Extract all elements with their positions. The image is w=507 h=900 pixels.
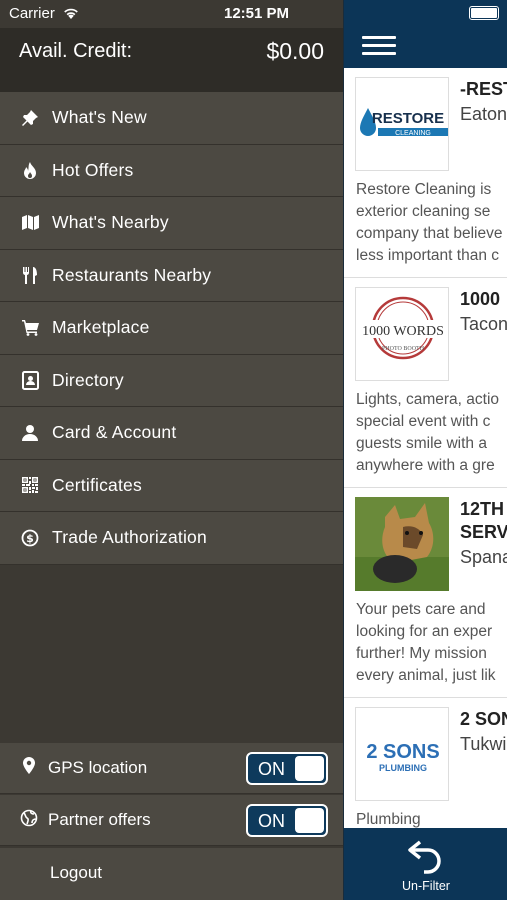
menu-item-label: Marketplace: [52, 317, 150, 338]
listing-city: Eaton: [460, 104, 507, 124]
wifi-icon: [64, 8, 78, 19]
dollar-circle-icon: $: [20, 528, 40, 548]
listing-title: 2 SON: [460, 709, 507, 729]
menu-item-whats-nearby[interactable]: What's Nearby: [0, 197, 343, 250]
gps-location-row: GPS location ON: [0, 743, 343, 794]
cart-icon: [20, 318, 40, 338]
gps-location-toggle[interactable]: ON: [246, 752, 328, 785]
menu-item-card-account[interactable]: Card & Account: [0, 407, 343, 460]
toggle-knob: [295, 808, 324, 833]
credit-header: Avail. Credit: $0.00: [0, 28, 343, 92]
menu-item-hot-offers[interactable]: Hot Offers: [0, 144, 343, 197]
partner-offers-label: Partner offers: [48, 810, 151, 829]
menu-item-directory[interactable]: Directory: [0, 354, 343, 407]
logo-text: 2 SONS: [366, 741, 439, 763]
business-logo: 2 SONS PLUMBING: [355, 707, 449, 801]
carrier-label: Carrier: [9, 5, 55, 22]
logout-label: Logout: [50, 863, 102, 882]
menu-item-label: Hot Offers: [52, 159, 134, 180]
unfilter-label: Un-Filter: [402, 879, 450, 893]
side-drawer: Carrier 12:51 PM Avail. Credit: $0.00 Wh…: [0, 0, 343, 900]
menu-item-marketplace[interactable]: Marketplace: [0, 302, 343, 355]
unfilter-button[interactable]: Un-Filter: [384, 828, 468, 900]
listing-city: Tukwi: [460, 734, 507, 754]
menu-item-certificates[interactable]: Certificates: [0, 459, 343, 512]
contact-card-icon: [20, 370, 40, 390]
listing-title: 12TH SERV: [460, 499, 507, 542]
partner-offers-row: Partner offers ON: [0, 795, 343, 846]
menu-item-label: What's Nearby: [52, 212, 169, 233]
logo-subtext: CLEANING: [395, 130, 431, 137]
cutlery-icon: [20, 265, 40, 285]
qr-code-icon: [20, 475, 40, 495]
logo-subtext: PHOTO BOOTH: [382, 346, 425, 352]
partner-offers-toggle[interactable]: ON: [246, 804, 328, 837]
listing-city: Tacon: [460, 314, 507, 334]
logo-text: 1000 WORDS: [362, 324, 444, 339]
toggle-state-label: ON: [258, 759, 285, 779]
business-logo: RESTORE CLEANING: [355, 77, 449, 171]
listing-city: Spana: [460, 547, 507, 567]
svg-text:$: $: [26, 532, 34, 545]
listing-card[interactable]: 1000 WORDS PHOTO BOOTH 1000 Tacon Lights…: [344, 278, 507, 488]
credit-label: Avail. Credit:: [19, 40, 133, 62]
logo-subtext: PLUMBING: [379, 763, 427, 773]
toggle-knob: [295, 756, 324, 781]
logo-text: RESTORE: [372, 110, 444, 127]
person-icon: [20, 423, 40, 443]
menu-item-label: Directory: [52, 369, 124, 390]
credit-value: $0.00: [266, 38, 324, 64]
location-pin-icon: [23, 757, 35, 774]
menu-item-trade-authorization[interactable]: $ Trade Authorization: [0, 512, 343, 565]
listing-title: -REST: [460, 79, 507, 99]
pin-icon: [20, 108, 40, 128]
map-icon: [20, 213, 40, 233]
undo-arrow-icon: [408, 840, 441, 874]
main-content-panel: RESTORE CLEANING -REST Eaton Restore Cle…: [343, 0, 507, 900]
menu-item-restaurants-nearby[interactable]: Restaurants Nearby: [0, 249, 343, 302]
menu-item-label: Restaurants Nearby: [52, 264, 212, 285]
listing-card[interactable]: 12TH SERV Spana Your pets care and looking…: [344, 488, 507, 698]
listing-card[interactable]: RESTORE CLEANING -REST Eaton Restore Cle…: [344, 68, 507, 278]
bottom-toolbar: Un-Filter: [344, 828, 507, 900]
toggle-state-label: ON: [258, 811, 285, 831]
globe-icon: [20, 809, 38, 827]
listing-description: Your pets care and looking for an exper fu…: [356, 601, 496, 684]
gps-location-label: GPS location: [48, 758, 148, 777]
listing-title: 1000: [460, 289, 501, 309]
menu-item-label: Trade Authorization: [52, 527, 207, 548]
business-logo: 1000 WORDS PHOTO BOOTH: [355, 287, 449, 381]
menu-item-label: Certificates: [52, 474, 142, 495]
hamburger-menu-icon[interactable]: [362, 36, 396, 56]
drawer-menu: What's New Hot Offers What's Nearby Rest…: [0, 92, 343, 565]
status-bar: Carrier 12:51 PM: [0, 0, 343, 28]
menu-item-label: Card & Account: [52, 422, 177, 443]
listing-description: Lights, camera, actio special event with …: [356, 391, 500, 474]
logout-button[interactable]: Logout: [0, 848, 343, 900]
listing-description: Restore Cleaning is exterior cleaning se c…: [356, 181, 503, 264]
menu-item-label: What's New: [52, 107, 147, 128]
app-screen: Carrier 12:51 PM Avail. Credit: $0.00 Wh…: [0, 0, 507, 900]
menu-item-whats-new[interactable]: What's New: [0, 92, 343, 145]
top-nav-bar: [344, 0, 507, 68]
battery-icon: [469, 6, 499, 20]
clock-time: 12:51 PM: [224, 5, 290, 22]
pet-photo: [355, 497, 449, 591]
flame-icon: [20, 160, 40, 180]
